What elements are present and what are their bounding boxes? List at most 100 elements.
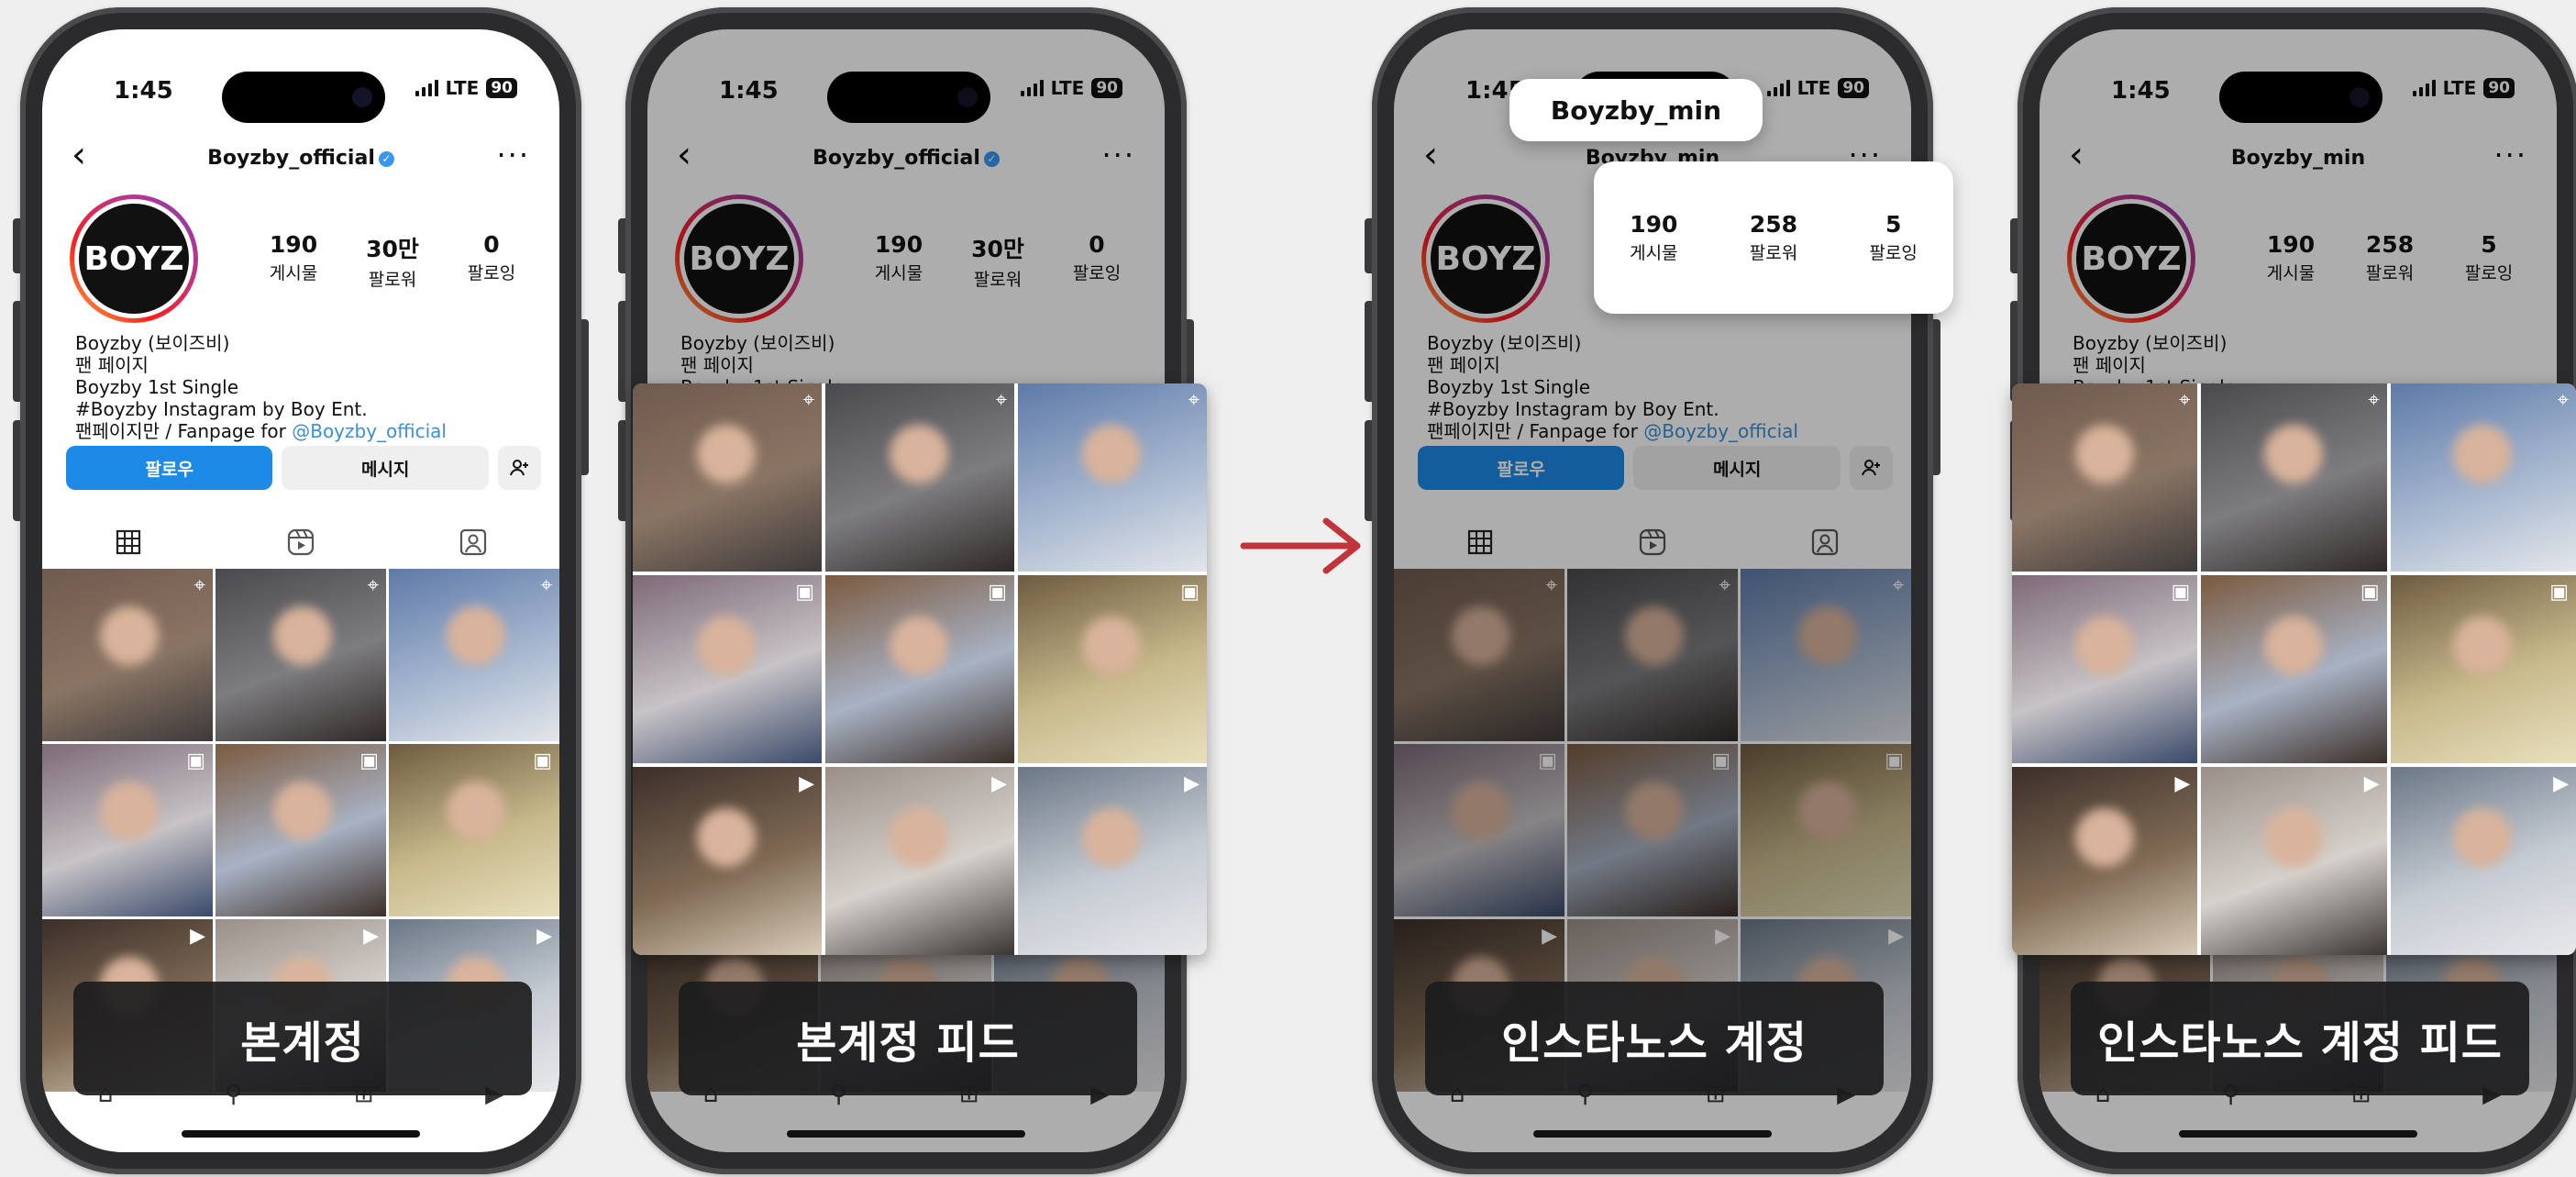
blurred-face — [1082, 808, 1142, 868]
blurred-face — [890, 425, 949, 484]
feed-post-tile[interactable]: ▣ — [2390, 575, 2576, 763]
reels-icon: ▶ — [799, 772, 814, 795]
feed-post-tile[interactable]: ▣ — [216, 744, 386, 916]
feed-zoom-panel: ⌖ ⌖ ⌖ ▣ ▣ ▣ ▶ ▶ ▶ — [633, 383, 1207, 955]
blurred-face — [890, 808, 949, 868]
feed-post-tile[interactable]: ⌖ — [2012, 383, 2198, 572]
carousel-icon: ▣ — [186, 750, 205, 772]
reels-icon[interactable] — [273, 519, 328, 565]
status-bar: 1:45 LTE 90 — [42, 59, 559, 123]
handle-callout: Boyzby_min — [1509, 79, 1763, 141]
feed-post-tile[interactable]: ▶ — [2012, 767, 2198, 955]
feed-post-tile[interactable]: ⌖ — [825, 383, 1014, 572]
arrow-right-icon — [1240, 514, 1368, 582]
reels-icon: ▶ — [190, 925, 205, 948]
pin-icon: ⌖ — [2557, 389, 2569, 412]
blurred-face — [2264, 425, 2324, 484]
reels-icon: ▶ — [2174, 772, 2191, 795]
feed-post-tile[interactable]: ⌖ — [42, 569, 213, 741]
more-icon[interactable]: ··· — [496, 138, 530, 172]
tagged-icon[interactable] — [446, 519, 501, 565]
feed-post-tile[interactable]: ▣ — [389, 744, 559, 916]
blurred-face — [1082, 425, 1142, 484]
feed-post-tile[interactable]: ▣ — [42, 744, 213, 916]
signal-icon — [415, 80, 438, 96]
blurred-face — [697, 616, 757, 676]
blurred-face — [890, 616, 949, 676]
carousel-icon: ▣ — [2360, 581, 2380, 604]
stat-0[interactable]: 190 게시물 — [244, 231, 343, 291]
blurred-face — [447, 782, 506, 841]
blurred-face — [100, 782, 160, 841]
reels-icon: ▶ — [1184, 772, 1200, 795]
reels-icon: ▶ — [2363, 772, 2380, 795]
callout-stat-1: 258 팔로워 — [1749, 211, 1798, 263]
blurred-face — [697, 808, 757, 868]
blurred-face — [2264, 808, 2324, 868]
blurred-face — [697, 425, 757, 484]
status-time: 1:45 — [114, 77, 173, 105]
carousel-icon: ▣ — [1180, 581, 1200, 604]
feed-post-tile[interactable]: ▣ — [825, 575, 1014, 763]
callout-stat-0: 190 게시물 — [1630, 211, 1678, 263]
feed-post-tile[interactable]: ⌖ — [216, 569, 386, 741]
reels-icon: ▶ — [2553, 772, 2569, 795]
feed-zoom-panel: ⌖ ⌖ ⌖ ▣ ▣ ▣ ▶ ▶ ▶ — [2012, 383, 2576, 955]
mention-link[interactable]: @Boyzby_official — [292, 420, 447, 442]
home-indicator — [2179, 1130, 2417, 1138]
home-indicator — [182, 1130, 420, 1138]
message-button[interactable]: 메시지 — [282, 446, 489, 490]
feed-post-tile[interactable]: ▶ — [825, 767, 1014, 955]
phone-caption: 인스타노스 계정 피드 — [2071, 982, 2529, 1095]
feed-post-tile[interactable]: ⌖ — [1018, 383, 1207, 572]
blurred-face — [2074, 808, 2134, 868]
phone-caption: 본계정 — [73, 982, 532, 1095]
pin-icon: ⌖ — [367, 574, 379, 597]
feed-post-tile[interactable]: ▣ — [2201, 575, 2387, 763]
follow-button[interactable]: 팔로우 — [66, 446, 273, 490]
stat-2[interactable]: 0 팔로잉 — [442, 231, 541, 291]
avatar[interactable]: BOYZ — [70, 194, 198, 323]
network-label: LTE — [445, 77, 480, 99]
profile-bio: Boyzby (보이즈비) 팬 페이지 Boyzby 1st Single #B… — [75, 332, 447, 442]
carousel-icon: ▣ — [2171, 581, 2191, 604]
grid-icon[interactable] — [101, 519, 156, 565]
feed-post-tile[interactable]: ⌖ — [2201, 383, 2387, 572]
feed-post-tile[interactable]: ▶ — [633, 767, 822, 955]
pin-icon: ⌖ — [193, 574, 205, 597]
reels-icon: ▶ — [991, 772, 1007, 795]
reels-icon: ▶ — [363, 925, 379, 948]
feed-post-tile[interactable]: ⌖ — [389, 569, 559, 741]
add-person-icon[interactable] — [497, 446, 541, 490]
callout-stat-2: 5 팔로잉 — [1869, 211, 1918, 263]
profile-stats: 190 게시물 30만 팔로워 0 팔로잉 — [244, 231, 541, 291]
pin-icon: ⌖ — [1188, 389, 1200, 412]
carousel-icon: ▣ — [795, 581, 814, 604]
feed-post-tile[interactable]: ▣ — [2012, 575, 2198, 763]
reels-icon: ▶ — [536, 925, 552, 948]
carousel-icon: ▣ — [359, 750, 379, 772]
pin-icon: ⌖ — [2178, 389, 2191, 412]
feed-post-tile[interactable]: ▶ — [2390, 767, 2576, 955]
stat-1[interactable]: 30만 팔로워 — [343, 231, 442, 291]
feed-post-tile[interactable]: ▶ — [2201, 767, 2387, 955]
home-indicator — [787, 1130, 1025, 1138]
carousel-icon: ▣ — [988, 581, 1007, 604]
pin-icon: ⌖ — [540, 574, 552, 597]
carousel-icon: ▣ — [533, 750, 552, 772]
pin-icon: ⌖ — [2368, 389, 2380, 412]
stats-callout: 190 게시물 258 팔로워 5 팔로잉 — [1594, 161, 1953, 314]
feed-post-tile[interactable]: ▶ — [1018, 767, 1207, 955]
feed-post-tile[interactable]: ⌖ — [2390, 383, 2576, 572]
blurred-face — [2074, 616, 2134, 676]
blurred-face — [2453, 808, 2513, 868]
battery-icon: 90 — [486, 78, 517, 98]
blurred-face — [2264, 616, 2324, 676]
feed-post-tile[interactable]: ▣ — [1018, 575, 1207, 763]
pin-icon: ⌖ — [995, 389, 1007, 412]
feed-post-tile[interactable]: ⌖ — [633, 383, 822, 572]
feed-post-tile[interactable]: ▣ — [633, 575, 822, 763]
blurred-face — [2453, 616, 2513, 676]
phone-caption: 본계정 피드 — [679, 982, 1137, 1095]
blurred-face — [273, 782, 333, 841]
